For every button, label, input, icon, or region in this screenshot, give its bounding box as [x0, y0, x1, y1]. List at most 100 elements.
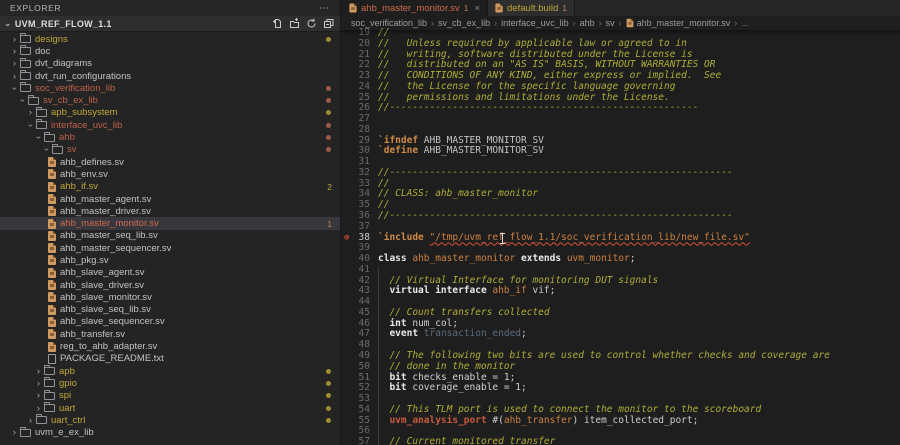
- tree-item-label: uart_ctrl: [51, 415, 85, 426]
- new-folder-icon[interactable]: [289, 18, 300, 29]
- tree-item-apb[interactable]: ›apb: [0, 365, 340, 377]
- tree-item-uvm-e-ex-lib[interactable]: ›uvm_e_ex_lib: [0, 427, 340, 439]
- tree-item-label: sv_cb_ex_lib: [43, 95, 98, 106]
- breadcrumb-item[interactable]: ahb_master_monitor.sv: [637, 18, 731, 28]
- tree-item-ahb-if-sv[interactable]: ahb_if.sv2: [0, 181, 340, 193]
- tree-item-label: ahb_defines.sv: [60, 157, 124, 168]
- code-line-30: 30`define AHB_MASTER_MONITOR_SV: [342, 146, 900, 157]
- new-file-icon[interactable]: [272, 18, 283, 29]
- tree-item-reg-to-ahb-adapter-sv[interactable]: reg_to_ahb_adapter.sv: [0, 340, 340, 352]
- close-icon[interactable]: ×: [474, 3, 480, 14]
- file-tree: ›designs›doc›dvt_diagrams›dvt_run_config…: [0, 33, 340, 445]
- tree-item-ahb-defines-sv[interactable]: ahb_defines.sv: [0, 156, 340, 168]
- tree-item-package-readme-txt[interactable]: PACKAGE_README.txt: [0, 353, 340, 365]
- tree-item-doc[interactable]: ›doc: [0, 45, 340, 57]
- overflow-menu-icon[interactable]: ⋯: [319, 3, 330, 14]
- code-text: [370, 340, 378, 351]
- refresh-icon[interactable]: [306, 18, 317, 29]
- tree-item-label: ahb_slave_agent.sv: [60, 267, 145, 278]
- code-line-32: 32//------------------------------------…: [342, 168, 900, 179]
- folder-icon: [20, 35, 31, 43]
- tree-item-ahb-slave-sequencer-sv[interactable]: ahb_slave_sequencer.sv: [0, 316, 340, 328]
- sv-file-icon: [48, 329, 56, 339]
- chevron-collapsed-icon: ›: [10, 59, 19, 68]
- explorer-sidebar: EXPLORER ⋯ ⌄ UVM_REF_FLOW_1.1 ›designs›d…: [0, 0, 341, 445]
- code-line-26: 26//------------------------------------…: [342, 103, 900, 114]
- line-number: 57: [342, 437, 370, 445]
- tree-item-ahb-master-driver-sv[interactable]: ahb_master_driver.sv: [0, 205, 340, 217]
- tree-item-ahb-env-sv[interactable]: ahb_env.sv: [0, 168, 340, 180]
- tab-label: default.build: [507, 3, 558, 14]
- tree-item-ahb-transfer-sv[interactable]: ahb_transfer.sv: [0, 328, 340, 340]
- folder-icon: [28, 97, 39, 105]
- tab-default-build[interactable]: default.build 1: [488, 0, 575, 16]
- tree-item-label: ahb_master_sequencer.sv: [60, 243, 171, 254]
- tree-item-designs[interactable]: ›designs: [0, 33, 340, 45]
- tree-item-ahb-master-monitor-sv[interactable]: ahb_master_monitor.sv1: [0, 217, 340, 229]
- tree-item-label: ahb_slave_driver.sv: [60, 280, 144, 291]
- problem-dot-badge: [326, 98, 331, 103]
- tree-item-label: apb: [59, 366, 75, 377]
- tree-item-dvt-diagrams[interactable]: ›dvt_diagrams: [0, 58, 340, 70]
- breadcrumb-separator-icon: ›: [619, 18, 622, 28]
- tree-item-ahb-pkg-sv[interactable]: ahb_pkg.sv: [0, 254, 340, 266]
- folder-icon: [44, 404, 55, 412]
- breadcrumb-item[interactable]: ...: [741, 18, 749, 28]
- tree-item-ahb-slave-driver-sv[interactable]: ahb_slave_driver.sv: [0, 279, 340, 291]
- chevron-collapsed-icon: ›: [10, 428, 19, 437]
- breadcrumb-item[interactable]: ahb: [580, 18, 595, 28]
- tree-item-label: ahb_slave_sequencer.sv: [60, 316, 165, 327]
- tree-item-spi[interactable]: ›spi: [0, 390, 340, 402]
- code-editor[interactable]: 19//20// Unless required by applicable l…: [342, 30, 900, 445]
- error-icon: ⊗: [344, 233, 349, 244]
- tree-item-ahb-master-agent-sv[interactable]: ahb_master_agent.sv: [0, 193, 340, 205]
- tree-item-gpio[interactable]: ›gpio: [0, 377, 340, 389]
- tree-item-ahb[interactable]: ›ahb: [0, 131, 340, 143]
- breadcrumb-item[interactable]: interface_uvc_lib: [501, 18, 569, 28]
- tree-item-label: ahb_transfer.sv: [60, 329, 125, 340]
- tree-item-apb-subsystem[interactable]: ›apb_subsystem: [0, 107, 340, 119]
- tree-item-ahb-master-sequencer-sv[interactable]: ahb_master_sequencer.sv: [0, 242, 340, 254]
- tree-item-label: ahb: [59, 132, 75, 143]
- line-number: 54: [342, 405, 370, 416]
- chevron-collapsed-icon: ›: [34, 391, 43, 400]
- tree-item-interface-uvc-lib[interactable]: ›interface_uvc_lib: [0, 119, 340, 131]
- tree-item-ahb-slave-monitor-sv[interactable]: ahb_slave_monitor.sv: [0, 291, 340, 303]
- code-line-43: 43 virtual interface ahb_if vif;: [342, 286, 900, 297]
- chevron-collapsed-icon: ›: [26, 416, 35, 425]
- sv-file-icon: [626, 19, 633, 28]
- tree-item-ahb-slave-seq-lib-sv[interactable]: ahb_slave_seq_lib.sv: [0, 304, 340, 316]
- code-line-55: 55 uvm_analysis_port #(ahb_transfer) ite…: [342, 416, 900, 427]
- explorer-toolbar: [272, 18, 334, 29]
- sv-file-icon: [48, 157, 56, 167]
- tree-item-sv-cb-ex-lib[interactable]: › sv_cb_ex_lib: [0, 94, 340, 106]
- tab-ahb-master-monitor[interactable]: ahb_master_monitor.sv 1 ×: [342, 0, 488, 16]
- chevron-collapsed-icon: ›: [10, 72, 19, 81]
- breadcrumb-item[interactable]: sv_cb_ex_lib: [438, 18, 490, 28]
- chevron-collapsed-icon: ›: [34, 404, 43, 413]
- tree-item-uart[interactable]: ›uart: [0, 402, 340, 414]
- folder-icon: [44, 379, 55, 387]
- tree-item-label: ahb_master_monitor.sv: [60, 218, 159, 229]
- breadcrumb-separator-icon: ›: [734, 18, 737, 28]
- tree-item-label: designs: [35, 34, 68, 45]
- tree-item-soc-verification-lib[interactable]: ›soc_verification_lib: [0, 82, 340, 94]
- breadcrumb-separator-icon: ›: [431, 18, 434, 28]
- chevron-expanded-icon: ›: [18, 96, 27, 105]
- folder-icon: [52, 146, 63, 154]
- collapse-folders-icon[interactable]: [323, 18, 334, 29]
- code-text: [370, 243, 378, 254]
- tree-item-uart-ctrl[interactable]: › uart_ctrl: [0, 414, 340, 426]
- project-section-header[interactable]: ⌄ UVM_REF_FLOW_1.1: [0, 16, 340, 32]
- code-text: [370, 265, 378, 276]
- breadcrumb-item[interactable]: sv: [606, 18, 615, 28]
- code-text: [370, 157, 378, 168]
- tree-item-sv[interactable]: ›sv: [0, 144, 340, 156]
- tree-item-ahb-master-seq-lib-sv[interactable]: ahb_master_seq_lib.sv: [0, 230, 340, 242]
- breadcrumb-separator-icon: ›: [573, 18, 576, 28]
- tree-item-dvt-run-configurations[interactable]: ›dvt_run_configurations: [0, 70, 340, 82]
- problem-dot-badge: [326, 110, 331, 115]
- tree-item-ahb-slave-agent-sv[interactable]: ahb_slave_agent.sv: [0, 267, 340, 279]
- code-text: //--------------------------------------…: [370, 103, 698, 114]
- tree-item-label: ahb_slave_seq_lib.sv: [60, 304, 151, 315]
